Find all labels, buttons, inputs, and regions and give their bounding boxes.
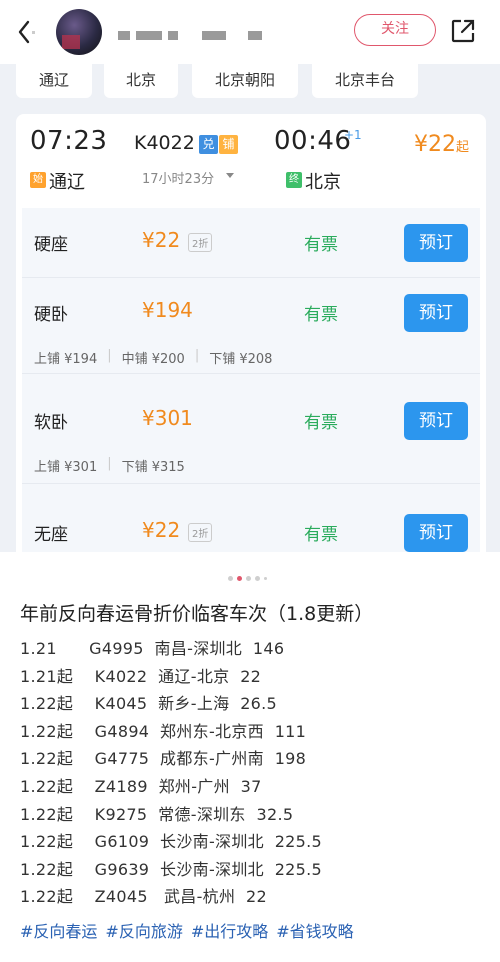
hashtag-link[interactable]: #反向春运 — [20, 918, 97, 942]
list-item: 1.22起 G4894 郑州东-北京西 111 — [20, 721, 307, 741]
berth-tag: 铺 — [219, 135, 238, 154]
station-chip[interactable]: 北京丰台 — [312, 64, 418, 98]
seat-price: ¥301 — [142, 406, 193, 430]
station-chip[interactable]: 通辽 — [16, 64, 92, 98]
ticket-screenshot: 通辽 北京 北京朝阳 北京丰台 07:23 K4022 兑 铺 00:46 +1… — [0, 64, 500, 552]
seat-row-soft-sleeper: 软卧 ¥301 有票 预订 上铺 ¥301 | 下铺 ¥315 — [22, 374, 480, 484]
back-icon[interactable] — [14, 18, 38, 46]
book-button[interactable]: 预订 — [404, 294, 468, 332]
top-bar: 关注 — [0, 0, 500, 64]
seat-name: 软卧 — [34, 413, 68, 433]
share-icon[interactable] — [450, 18, 476, 44]
seat-price: ¥22 — [142, 228, 181, 252]
list-item: 1.21 G4995 南昌-深圳北 146 — [20, 639, 285, 658]
carousel-dot[interactable] — [255, 575, 260, 581]
book-button[interactable]: 预订 — [404, 224, 468, 262]
list-item: 1.22起 Z4045 武昌-杭州 22 — [20, 887, 268, 907]
availability: 有票 — [304, 413, 338, 433]
depart-station: 通辽 — [49, 172, 85, 193]
hashtag-link[interactable]: #出行攻略 — [191, 918, 268, 942]
station-filter: 通辽 北京 北京朝阳 北京丰台 — [0, 64, 500, 104]
carousel-dot[interactable] — [237, 575, 242, 581]
post-title: 年前反向春运骨折价临客车次（1.8更新） — [20, 603, 374, 625]
seat-price: ¥194 — [142, 298, 193, 322]
carousel-indicator — [228, 574, 272, 582]
book-button[interactable]: 预订 — [404, 514, 468, 552]
berth-prices: 上铺 ¥301 | 下铺 ¥315 — [34, 456, 185, 475]
train-list: 1.21 G4995 南昌-深圳北 146 1.21起 K4022 通辽-北京 … — [20, 635, 322, 911]
train-number: K4022 — [134, 132, 195, 154]
station-chip[interactable]: 北京朝阳 — [192, 64, 298, 98]
list-item: 1.22起 Z4189 郑州-广州 37 — [20, 776, 262, 796]
berth-price: 下铺 ¥208 — [209, 352, 273, 367]
list-item: 1.21起 K4022 通辽-北京 22 — [20, 666, 262, 686]
availability: 有票 — [304, 235, 338, 255]
start-station-badge: 始 — [30, 172, 46, 188]
book-button[interactable]: 预订 — [404, 402, 468, 440]
arrive-station: 北京 — [305, 172, 341, 193]
berth-prices: 上铺 ¥194 | 中铺 ¥200 | 下铺 ¥208 — [34, 348, 273, 367]
availability: 有票 — [304, 305, 338, 325]
hashtag-link[interactable]: #反向旅游 — [105, 918, 182, 942]
berth-price: 上铺 ¥301 — [34, 460, 98, 475]
seat-price: ¥22 — [142, 518, 181, 542]
list-item: 1.22起 G6109 长沙南-深圳北 225.5 — [20, 832, 323, 852]
seat-name: 无座 — [34, 525, 68, 545]
hashtag-list: #反向春运 #反向旅游 #出行攻略 #省钱攻略 — [20, 918, 354, 942]
lowest-price: ¥22起 — [414, 132, 470, 157]
username-redacted[interactable] — [118, 28, 262, 42]
seat-row-standing: 无座 ¥22 2折 有票 预订 — [22, 484, 480, 552]
exchange-tag: 兑 — [199, 135, 218, 154]
train-card: 07:23 K4022 兑 铺 00:46 +1 ¥22起 始 通辽 17小时2… — [16, 114, 486, 552]
list-item: 1.22起 K9275 常德-深圳东 32.5 — [20, 804, 294, 824]
list-item: 1.22起 G9639 长沙南-深圳北 225.5 — [20, 859, 323, 879]
berth-price: 中铺 ¥200 — [121, 352, 185, 367]
discount-badge: 2折 — [188, 523, 213, 542]
station-chip[interactable]: 北京 — [104, 64, 178, 98]
berth-price: 上铺 ¥194 — [34, 352, 98, 367]
berth-price: 下铺 ¥315 — [121, 460, 185, 475]
seat-row-hard-seat: 硬座 ¥22 2折 有票 预订 — [22, 208, 480, 278]
hashtag-link[interactable]: #省钱攻略 — [276, 918, 353, 942]
chevron-down-icon[interactable] — [226, 173, 234, 178]
seat-name: 硬卧 — [34, 305, 68, 325]
end-station-badge: 终 — [286, 172, 302, 188]
carousel-dot[interactable] — [246, 575, 251, 581]
arrive-time: 00:46 — [274, 126, 352, 156]
list-item: 1.22起 G4775 成都东-广州南 198 — [20, 749, 307, 769]
next-day-marker: +1 — [344, 128, 362, 142]
seat-row-hard-sleeper: 硬卧 ¥194 有票 预订 上铺 ¥194 | 中铺 ¥200 | 下铺 ¥20… — [22, 278, 480, 374]
availability: 有票 — [304, 525, 338, 545]
carousel-dot[interactable] — [264, 576, 267, 580]
avatar[interactable] — [56, 9, 102, 55]
discount-badge: 2折 — [188, 233, 213, 252]
list-item: 1.22起 K4045 新乡-上海 26.5 — [20, 694, 278, 714]
follow-button[interactable]: 关注 — [354, 14, 436, 46]
carousel-dot[interactable] — [228, 575, 233, 581]
depart-time: 07:23 — [30, 126, 108, 156]
seat-name: 硬座 — [34, 235, 68, 255]
duration[interactable]: 17小时23分 — [142, 168, 214, 187]
